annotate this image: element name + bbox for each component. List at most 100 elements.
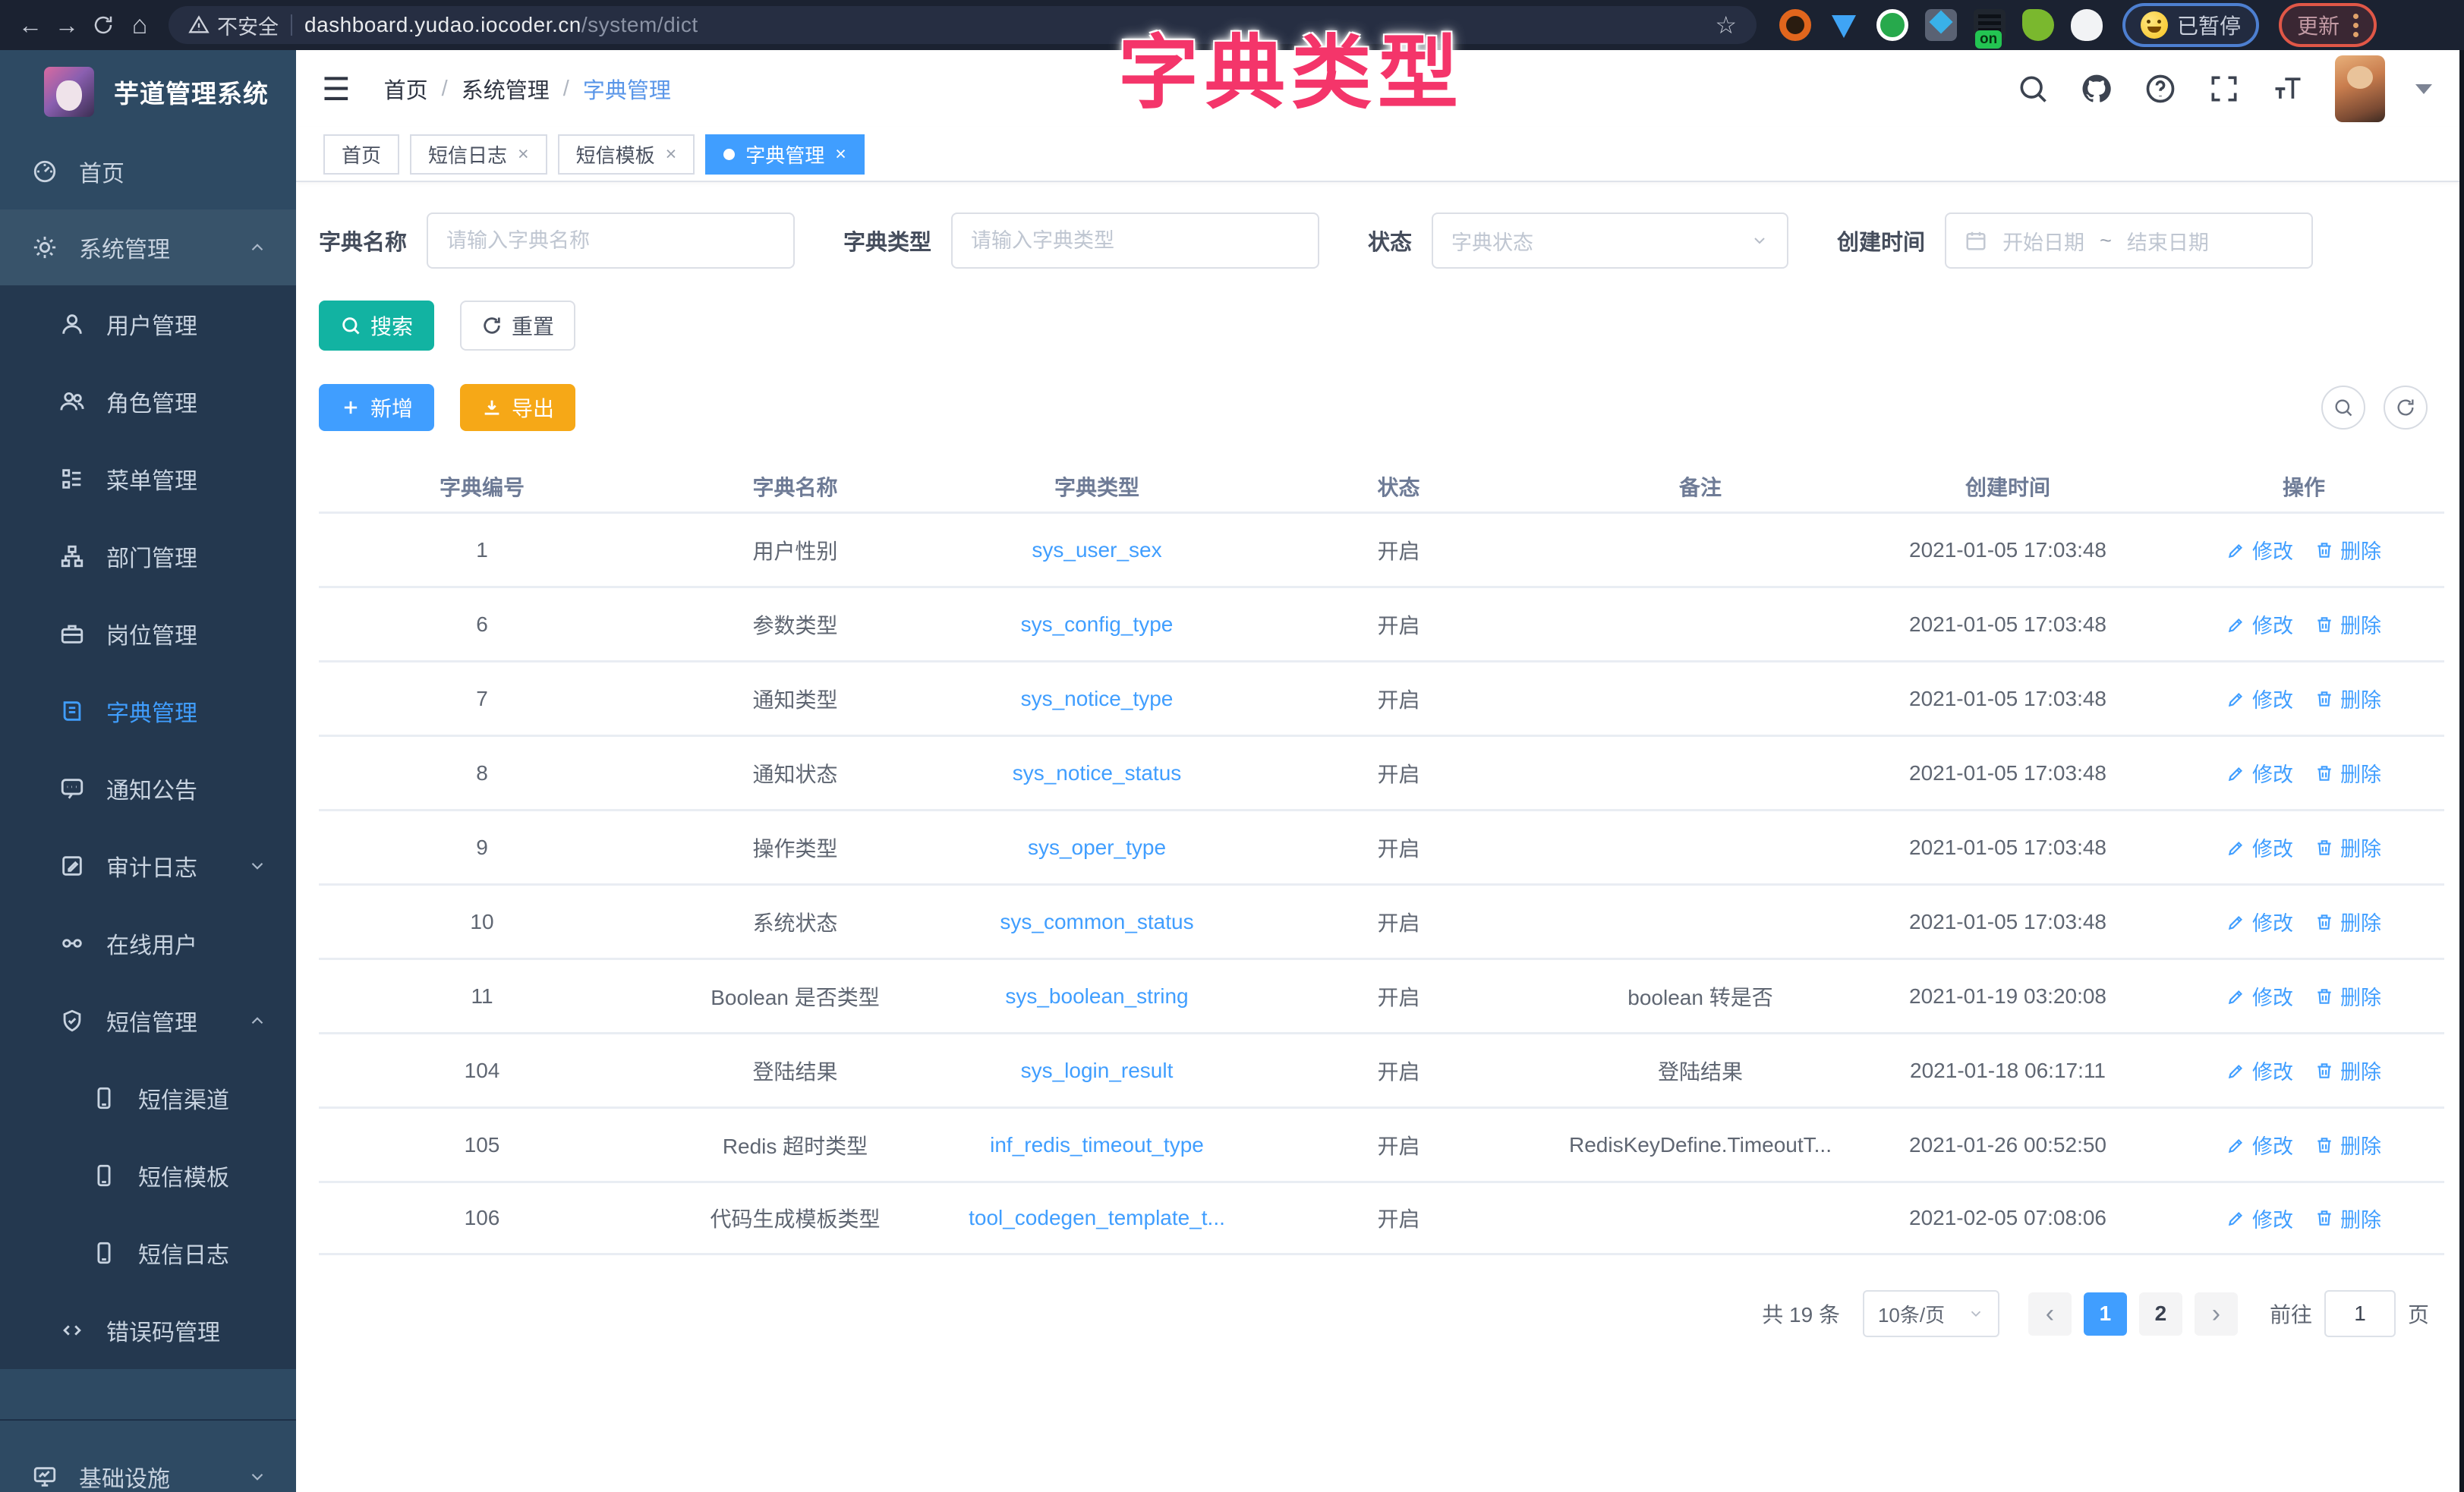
extension-icon[interactable] <box>2022 9 2054 41</box>
reset-button[interactable]: 重置 <box>460 301 575 351</box>
sidebar-item-home[interactable]: 首页 <box>0 134 296 209</box>
sidebar-item-menus[interactable]: 菜单管理 <box>0 440 296 518</box>
sidebar-item-roles[interactable]: 角色管理 <box>0 363 296 440</box>
edit-link[interactable]: 修改 <box>2226 1204 2293 1233</box>
dict-type-link[interactable]: inf_redis_timeout_type <box>945 1133 1249 1157</box>
date-range-picker[interactable]: 开始日期 ~ 结束日期 <box>1945 212 2313 269</box>
dict-type-link[interactable]: tool_codegen_template_t... <box>945 1206 1249 1230</box>
dict-name-field[interactable] <box>427 212 795 269</box>
status-select[interactable]: 字典状态 <box>1432 212 1788 269</box>
browser-reload-icon[interactable] <box>85 7 121 43</box>
page-button-2[interactable]: 2 <box>2139 1292 2182 1336</box>
delete-link[interactable]: 删除 <box>2314 609 2381 639</box>
avatar-dropdown-caret-icon[interactable] <box>2415 84 2432 94</box>
extension-icon[interactable] <box>1925 9 1957 41</box>
dict-type-link[interactable]: sys_user_sex <box>945 538 1249 562</box>
delete-link[interactable]: 删除 <box>2314 833 2381 862</box>
sidebar-item-notice[interactable]: 通知公告 <box>0 750 296 827</box>
address-bar[interactable]: 不安全 dashboard.yudao.iocoder.cn/system/di… <box>169 6 1757 44</box>
paused-badge[interactable]: 已暂停 <box>2122 3 2259 47</box>
tab-home[interactable]: 首页 <box>323 134 399 175</box>
create-time-label: 创建时间 <box>1837 225 1925 257</box>
search-icon[interactable] <box>2016 72 2050 105</box>
tab-dict-active[interactable]: 字典管理 <box>705 134 865 175</box>
sidebar-item-sms-template[interactable]: 短信模板 <box>0 1137 296 1214</box>
sidebar-item-sms-log[interactable]: 短信日志 <box>0 1214 296 1292</box>
refresh-table-button[interactable] <box>2384 386 2428 430</box>
sidebar-item-posts[interactable]: 岗位管理 <box>0 595 296 672</box>
close-icon[interactable] <box>666 143 677 165</box>
sidebar-item-sms-channel[interactable]: 短信渠道 <box>0 1059 296 1137</box>
delete-link[interactable]: 删除 <box>2314 684 2381 713</box>
user-avatar[interactable] <box>2335 55 2385 122</box>
delete-link[interactable]: 删除 <box>2314 907 2381 936</box>
dict-type-link[interactable]: sys_notice_type <box>945 687 1249 711</box>
sidebar-item-infrastructure[interactable]: 基础设施 <box>0 1439 296 1492</box>
sidebar-item-error-code[interactable]: 错误码管理 <box>0 1292 296 1369</box>
delete-link[interactable]: 删除 <box>2314 1056 2381 1085</box>
browser-forward-icon[interactable] <box>49 7 85 43</box>
search-button[interactable]: 搜索 <box>319 301 434 351</box>
sidebar-item-system[interactable]: 系统管理 <box>0 209 296 285</box>
delete-link[interactable]: 删除 <box>2314 981 2381 1011</box>
font-size-icon[interactable] <box>2271 72 2305 105</box>
sidebar-item-departments[interactable]: 部门管理 <box>0 518 296 595</box>
browser-home-icon[interactable] <box>121 7 158 43</box>
browser-menu-icon[interactable] <box>2353 14 2358 37</box>
delete-link[interactable]: 删除 <box>2314 1130 2381 1160</box>
edit-link[interactable]: 修改 <box>2226 1130 2293 1160</box>
delete-link[interactable]: 删除 <box>2314 758 2381 788</box>
fullscreen-icon[interactable] <box>2207 72 2241 105</box>
sidebar-item-dict[interactable]: 字典管理 <box>0 672 296 750</box>
sidebar-item-audit-log[interactable]: 审计日志 <box>0 827 296 905</box>
extension-icon[interactable] <box>1779 9 1811 41</box>
tab-sms-template[interactable]: 短信模板 <box>558 134 695 175</box>
dict-name-input[interactable] <box>446 229 775 253</box>
edit-link[interactable]: 修改 <box>2226 684 2293 713</box>
add-button[interactable]: 新增 <box>319 384 434 431</box>
dict-type-link[interactable]: sys_boolean_string <box>945 984 1249 1009</box>
close-icon[interactable] <box>835 143 846 165</box>
sidebar-item-online-users[interactable]: 在线用户 <box>0 905 296 982</box>
close-icon[interactable] <box>518 143 529 165</box>
github-icon[interactable] <box>2080 72 2113 105</box>
browser-back-icon[interactable] <box>12 7 49 43</box>
prev-page-button[interactable] <box>2028 1292 2072 1336</box>
security-warning[interactable]: 不安全 <box>188 11 279 40</box>
dict-type-input[interactable] <box>971 229 1300 253</box>
toggle-search-button[interactable] <box>2321 386 2365 430</box>
breadcrumb-home[interactable]: 首页 <box>384 73 428 105</box>
help-icon[interactable] <box>2144 72 2177 105</box>
extension-icon[interactable] <box>1828 9 1860 41</box>
goto-page-input[interactable] <box>2324 1290 2396 1337</box>
dict-type-link[interactable]: sys_login_result <box>945 1059 1249 1083</box>
edit-link[interactable]: 修改 <box>2226 609 2293 639</box>
bookmark-star-icon[interactable] <box>1715 11 1737 39</box>
delete-link[interactable]: 删除 <box>2314 1204 2381 1233</box>
extension-icon[interactable] <box>2071 9 2103 41</box>
edit-link[interactable]: 修改 <box>2226 535 2293 565</box>
export-button[interactable]: 导出 <box>460 384 575 431</box>
extension-icon[interactable]: on <box>1974 9 2006 41</box>
breadcrumb-system[interactable]: 系统管理 <box>462 73 550 105</box>
page-size-select[interactable]: 10条/页 <box>1863 1290 1999 1337</box>
edit-link[interactable]: 修改 <box>2226 907 2293 936</box>
sidebar-item-users[interactable]: 用户管理 <box>0 285 296 363</box>
edit-link[interactable]: 修改 <box>2226 1056 2293 1085</box>
dict-type-link[interactable]: sys_notice_status <box>945 761 1249 785</box>
edit-link[interactable]: 修改 <box>2226 758 2293 788</box>
update-badge[interactable]: 更新 <box>2279 3 2377 47</box>
edit-link[interactable]: 修改 <box>2226 981 2293 1011</box>
page-button-1[interactable]: 1 <box>2084 1292 2127 1336</box>
next-page-button[interactable] <box>2195 1292 2238 1336</box>
dict-type-field[interactable] <box>951 212 1319 269</box>
tab-sms-log[interactable]: 短信日志 <box>410 134 547 175</box>
dict-type-link[interactable]: sys_common_status <box>945 910 1249 934</box>
dict-type-link[interactable]: sys_config_type <box>945 612 1249 637</box>
hamburger-icon[interactable] <box>322 71 351 108</box>
delete-link[interactable]: 删除 <box>2314 535 2381 565</box>
extension-icon[interactable] <box>1876 9 1908 41</box>
dict-type-link[interactable]: sys_oper_type <box>945 836 1249 860</box>
edit-link[interactable]: 修改 <box>2226 833 2293 862</box>
sidebar-item-sms[interactable]: 短信管理 <box>0 982 296 1059</box>
